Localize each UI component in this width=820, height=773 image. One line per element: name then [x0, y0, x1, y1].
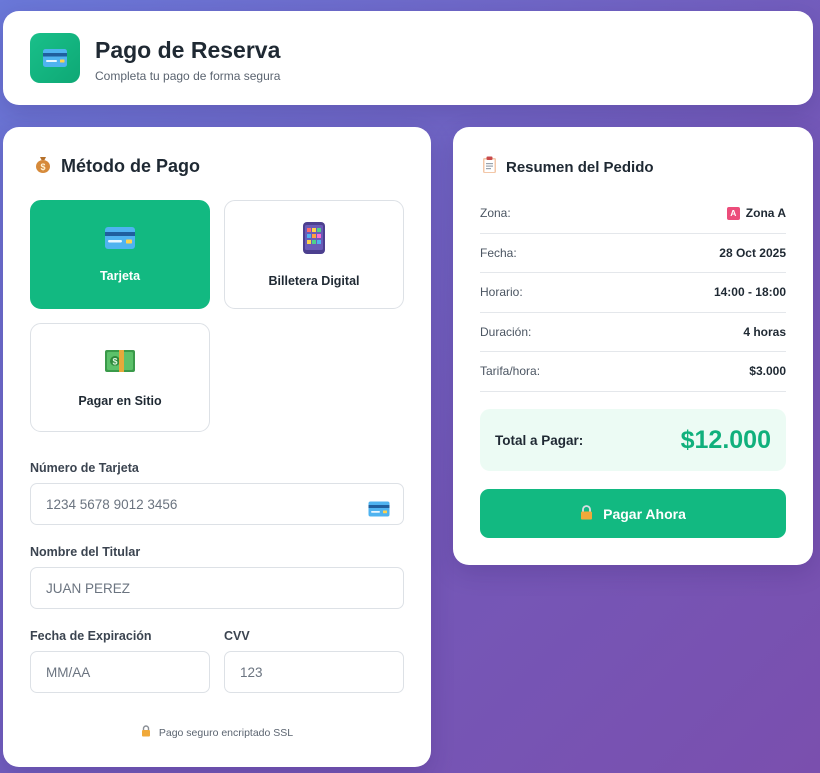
summary-row-value: $3.000 — [749, 364, 786, 379]
payment-method-digital-wallet[interactable]: Billetera Digital — [224, 200, 404, 309]
secure-note: Pago seguro encriptado SSL — [3, 725, 431, 740]
svg-text:$: $ — [112, 357, 117, 367]
pay-now-button[interactable]: Pagar Ahora — [480, 489, 786, 538]
cvv-label: CVV — [224, 629, 250, 643]
summary-row-value: 4 horas — [743, 324, 786, 339]
header-card: Pago de Reserva Completa tu pago de form… — [3, 11, 813, 105]
summary-row-label: Zona: — [480, 206, 511, 221]
zone-value: Zona A — [745, 206, 786, 221]
expiry-label: Fecha de Expiración — [30, 629, 152, 643]
summary-title: Resumen del Pedido — [506, 158, 654, 176]
total-box: Total a Pagar: $12.000 — [480, 409, 786, 471]
credit-card-icon — [104, 226, 136, 255]
page-title: Pago de Reserva — [95, 37, 281, 63]
payment-card: $ Método de Pago Tarjeta Billetera Digit… — [3, 127, 431, 767]
payment-method-pay-on-site[interactable]: $ Pagar en Sitio — [30, 323, 210, 432]
secure-note-text: Pago seguro encriptado SSL — [158, 726, 294, 739]
mobile-wallet-icon — [302, 221, 326, 260]
summary-row-label: Duración: — [480, 324, 532, 339]
money-bag-icon: $ — [33, 154, 53, 179]
summary-row-label: Tarifa/hora: — [480, 364, 541, 379]
total-label: Total a Pagar: — [495, 432, 584, 448]
pay-now-label: Pagar Ahora — [603, 505, 686, 522]
summary-row-value: A Zona A — [726, 206, 786, 221]
summary-row-schedule: Horario: 14:00 - 18:00 — [480, 273, 786, 313]
summary-row-duration: Duración: 4 horas — [480, 313, 786, 352]
summary-rows: Zona: A Zona A Fecha: 28 Oct 2025 Horari… — [480, 194, 786, 392]
card-number-input[interactable] — [30, 483, 404, 525]
summary-header: Resumen del Pedido — [482, 156, 654, 178]
summary-row-value: 28 Oct 2025 — [719, 245, 786, 260]
page-subtitle: Completa tu pago de forma segura — [95, 69, 281, 83]
summary-row-rate: Tarifa/hora: $3.000 — [480, 352, 786, 392]
payment-section-header: $ Método de Pago — [33, 154, 200, 179]
payment-section-title: Método de Pago — [61, 156, 200, 176]
card-number-label: Número de Tarjeta — [30, 461, 139, 475]
lock-icon — [580, 504, 593, 523]
clipboard-icon — [482, 156, 497, 178]
payment-method-label: Tarjeta — [99, 269, 141, 283]
expiry-input[interactable] — [30, 651, 210, 693]
payment-method-label: Billetera Digital — [268, 274, 360, 288]
holder-name-input[interactable] — [30, 567, 404, 609]
order-summary-card: Resumen del Pedido Zona: A Zona A Fecha:… — [453, 127, 813, 565]
holder-name-label: Nombre del Titular — [30, 545, 141, 559]
summary-row-zone: Zona: A Zona A — [480, 194, 786, 234]
payment-method-label: Pagar en Sitio — [78, 394, 162, 408]
credit-card-icon — [30, 33, 80, 83]
summary-row-value: 14:00 - 18:00 — [713, 285, 786, 300]
payment-method-card[interactable]: Tarjeta — [30, 200, 210, 309]
lock-icon — [141, 725, 151, 740]
svg-text:$: $ — [40, 162, 45, 172]
cash-icon: $ — [103, 347, 137, 380]
summary-row-label: Horario: — [480, 285, 523, 300]
summary-row-label: Fecha: — [480, 245, 517, 260]
zone-badge-icon: A — [726, 206, 740, 220]
credit-card-icon — [368, 501, 390, 522]
summary-row-date: Fecha: 28 Oct 2025 — [480, 234, 786, 273]
cvv-input[interactable] — [224, 651, 404, 693]
total-value: $12.000 — [680, 425, 771, 454]
